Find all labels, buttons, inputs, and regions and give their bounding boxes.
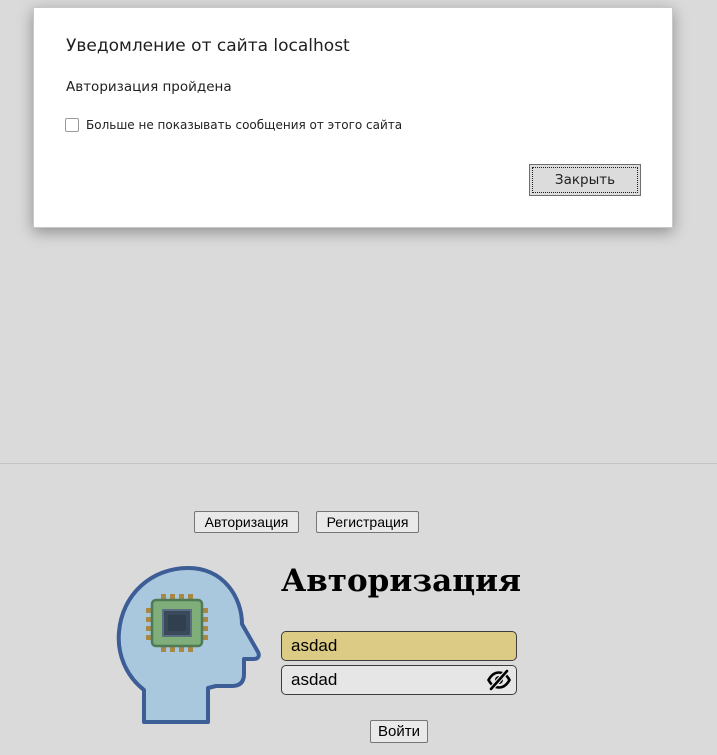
head-with-chip-icon xyxy=(116,566,261,724)
dialog-message: Авторизация пройдена xyxy=(66,79,232,95)
password-input-value: asdad xyxy=(291,670,338,689)
close-button[interactable]: Закрыть xyxy=(529,164,641,196)
submit-button[interactable]: Войти xyxy=(370,720,428,743)
eye-slash-icon[interactable] xyxy=(487,669,511,691)
chip-icon xyxy=(146,594,208,652)
nav-register-button[interactable]: Регистрация xyxy=(316,511,419,533)
page-divider xyxy=(0,463,717,464)
suppress-messages-label[interactable]: Больше не показывать сообщения от этого … xyxy=(86,118,402,132)
login-input[interactable]: asdad xyxy=(281,631,517,661)
login-input-value: asdad xyxy=(291,636,338,655)
password-input[interactable]: asdad xyxy=(281,665,517,695)
dialog-title: Уведомление от сайта localhost xyxy=(66,36,350,56)
alert-dialog: Уведомление от сайта localhost Авторизац… xyxy=(33,7,673,228)
nav-login-button[interactable]: Авторизация xyxy=(194,511,299,533)
suppress-messages-checkbox[interactable] xyxy=(65,118,79,132)
suppress-messages-option[interactable]: Больше не показывать сообщения от этого … xyxy=(65,118,402,132)
form-title: Авторизация xyxy=(281,563,522,599)
